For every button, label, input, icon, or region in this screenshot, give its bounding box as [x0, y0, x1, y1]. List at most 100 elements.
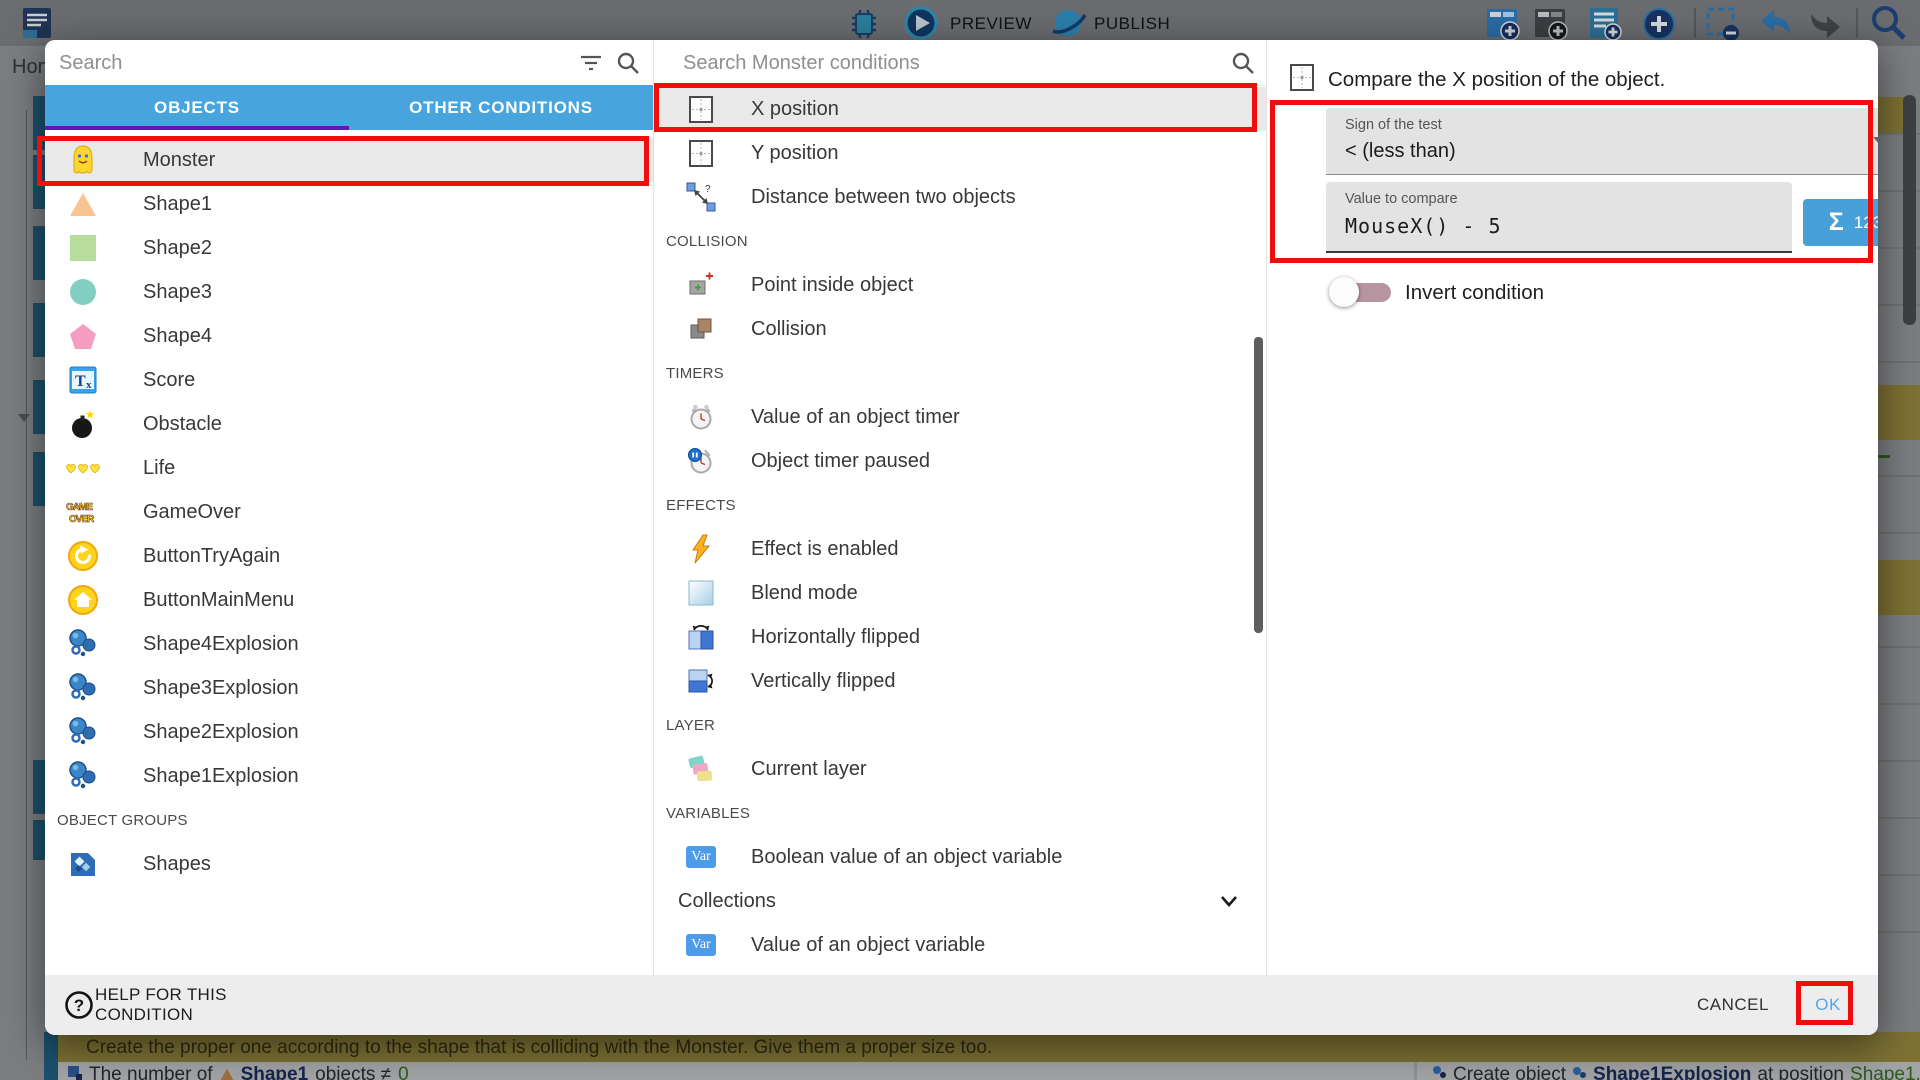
object-row-score[interactable]: TxScore — [45, 358, 653, 402]
object-row-shape3[interactable]: Shape3 — [45, 270, 653, 314]
condition-detail-panel: Compare the X position of the object. Si… — [1267, 40, 1878, 975]
object-label: Shape2 — [143, 237, 212, 260]
flip-vertical-icon — [683, 663, 719, 699]
search-icon[interactable] — [615, 50, 641, 81]
condition-row-horizontally-flipped[interactable]: Horizontally flipped — [654, 615, 1266, 659]
conditions-section-header: EFFECTS — [654, 483, 1266, 527]
condition-row-vertically-flipped[interactable]: Vertically flipped — [654, 659, 1266, 703]
object-row-shape4explosion[interactable]: Shape4Explosion — [45, 622, 653, 666]
condition-row-x-position[interactable]: X position — [654, 87, 1266, 131]
objects-search-row — [45, 40, 653, 85]
shape1-triangle-icon — [220, 1069, 234, 1080]
condition-row-collections[interactable]: Collections — [654, 879, 1266, 923]
object-row-shape2explosion[interactable]: Shape2Explosion — [45, 710, 653, 754]
conditions-scrollbar[interactable] — [1254, 337, 1263, 633]
condition-object: Shape1 — [241, 1064, 309, 1080]
condition-row-blend-mode[interactable]: Blend mode — [654, 571, 1266, 615]
object-row-buttonmainmenu[interactable]: ButtonMainMenu — [45, 578, 653, 622]
selected-event-fragment — [1878, 560, 1920, 615]
monster-icon — [65, 142, 101, 178]
condition-row-collision[interactable]: Collision — [654, 307, 1266, 351]
circle-icon — [65, 274, 101, 310]
cancel-button[interactable]: CANCEL — [1688, 975, 1778, 1035]
condition-label: Effect is enabled — [751, 538, 899, 561]
help-icon[interactable]: ? — [64, 990, 94, 1025]
object-label: Shape4 — [143, 325, 212, 348]
object-label: Shape3 — [143, 281, 212, 304]
condition-row-effect-is-enabled[interactable]: Effect is enabled — [654, 527, 1266, 571]
event-tree-guide — [26, 110, 27, 1060]
object-row-buttontryagain[interactable]: ButtonTryAgain — [45, 534, 653, 578]
svg-text:T: T — [75, 373, 86, 390]
condition-row-point-inside-object[interactable]: Point inside object — [654, 263, 1266, 307]
action-object: Shape1Explosion — [1593, 1064, 1751, 1080]
action-expression: Shape1.PointX("Center");Shape1.PointY("C… — [1850, 1064, 1920, 1080]
variable-icon: Var — [683, 927, 719, 963]
timer-icon — [683, 399, 719, 435]
expression-editor-button[interactable]: Σ 123 — [1803, 199, 1878, 246]
condition-editor-dialog: OBJECTS OTHER CONDITIONS Monster Shape1 Sh… — [45, 40, 1878, 1035]
event-block — [33, 155, 45, 209]
events-scrollbar[interactable] — [1903, 95, 1916, 325]
condition-type-icon — [68, 1066, 82, 1080]
explosion-icon — [65, 758, 101, 794]
object-label: Shape2Explosion — [143, 721, 299, 744]
ok-button[interactable]: OK — [1806, 975, 1850, 1035]
objects-panel: OBJECTS OTHER CONDITIONS Monster Shape1 Sh… — [45, 40, 653, 975]
sign-of-test-label: Sign of the test — [1345, 117, 1442, 133]
condition-row-y-position[interactable]: Y position — [654, 131, 1266, 175]
pentagon-icon — [65, 318, 101, 354]
condition-row-current-layer[interactable]: Current layer — [654, 747, 1266, 791]
distance-icon: ? — [683, 179, 719, 215]
event-block — [33, 96, 45, 150]
search-icon[interactable] — [1230, 50, 1256, 81]
bomb-icon — [65, 406, 101, 442]
object-label: Life — [143, 457, 175, 480]
help-for-condition-button[interactable]: HELP FOR THIS CONDITION — [95, 975, 325, 1035]
condition-row-boolean-value-of-an-object-variable[interactable]: VarBoolean value of an object variable — [654, 835, 1266, 879]
conditions-search-input[interactable] — [681, 40, 1113, 87]
object-label: ButtonTryAgain — [143, 545, 280, 568]
object-row-shape4[interactable]: Shape4 — [45, 314, 653, 358]
condition-label: Value of an object variable — [751, 934, 985, 957]
filter-icon[interactable] — [579, 53, 603, 78]
objects-search-input[interactable] — [57, 40, 487, 87]
tree-expander-icon[interactable] — [18, 414, 30, 422]
conditions-section-header: VARIABLES — [654, 791, 1266, 835]
tab-objects[interactable]: OBJECTS — [45, 85, 349, 130]
object-row-obstacle[interactable]: Obstacle — [45, 402, 653, 446]
object-row-monster[interactable]: Monster — [45, 138, 653, 182]
object-row-shape2[interactable]: Shape2 — [45, 226, 653, 270]
object-label: GameOver — [143, 501, 241, 524]
action-cell[interactable]: Create object Shape1Explosion at positio… — [1417, 1062, 1920, 1080]
sign-of-test-select[interactable]: Sign of the test < (less than) — [1326, 108, 1878, 175]
condition-label: Boolean value of an object variable — [751, 846, 1062, 869]
tab-other-conditions[interactable]: OTHER CONDITIONS — [349, 85, 653, 130]
condition-text: objects ≠ — [315, 1064, 391, 1080]
condition-row-object-timer-paused[interactable]: Object timer paused — [654, 439, 1266, 483]
value-to-compare-field[interactable]: Value to compare MouseX() - 5 — [1326, 182, 1792, 253]
event-block — [33, 303, 45, 357]
invert-condition-toggle-knob[interactable] — [1329, 277, 1359, 307]
group-row-shapes[interactable]: Shapes — [45, 842, 653, 886]
object-row-shape3explosion[interactable]: Shape3Explosion — [45, 666, 653, 710]
condition-row-distance-between-two-objects[interactable]: ?Distance between two objects — [654, 175, 1266, 219]
object-row-gameover[interactable]: GAMEOVERGameOver — [45, 490, 653, 534]
condition-row-value-of-an-object-timer[interactable]: Value of an object timer — [654, 395, 1266, 439]
layers-icon — [683, 751, 719, 787]
text-object-icon: Tx — [65, 362, 101, 398]
condition-cell[interactable]: The number of Shape1 objects ≠ 0 — [58, 1062, 1414, 1080]
object-label: Monster — [143, 149, 215, 172]
object-row-shape1[interactable]: Shape1 — [45, 182, 653, 226]
triangle-icon — [65, 186, 101, 222]
comment-event-row[interactable]: Create the proper one according to the s… — [58, 1032, 1920, 1062]
condition-label: Horizontally flipped — [751, 626, 920, 649]
condition-label: X position — [751, 98, 839, 121]
condition-row-value-of-an-object-variable[interactable]: Var Value of an object variable — [654, 923, 1266, 967]
object-row-shape1explosion[interactable]: Shape1Explosion — [45, 754, 653, 798]
chevron-down-icon[interactable] — [1218, 890, 1240, 912]
object-row-life[interactable]: Life — [45, 446, 653, 490]
publish-button[interactable]: PUBLISH — [1094, 14, 1170, 34]
event-block — [33, 760, 45, 814]
preview-button[interactable]: PREVIEW — [950, 14, 1032, 34]
